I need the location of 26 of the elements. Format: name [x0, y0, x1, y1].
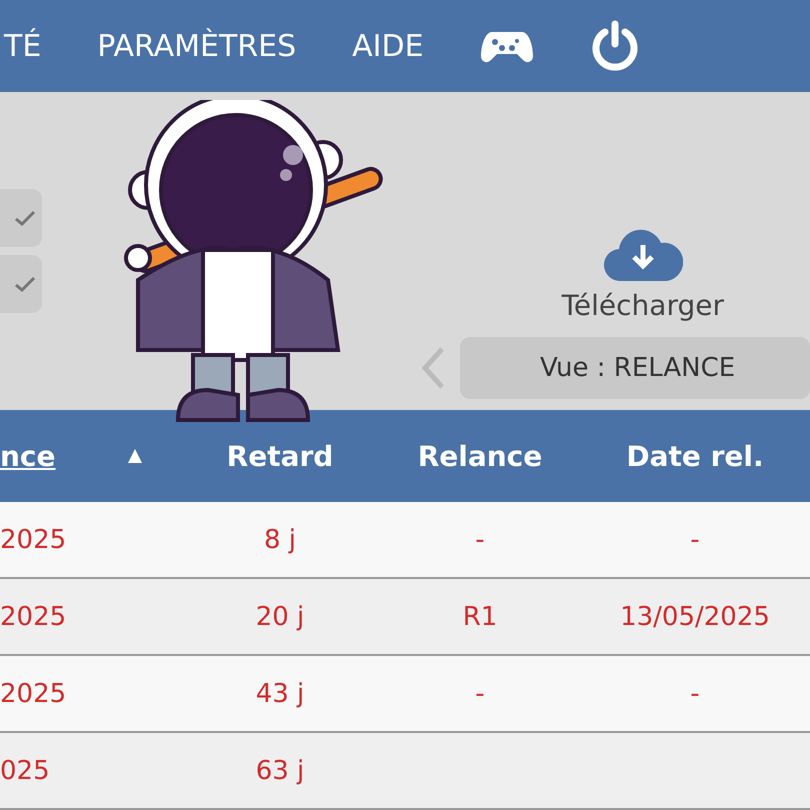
table-cell-text: 2025 [0, 678, 68, 708]
nav-link[interactable]: TÉ [4, 28, 42, 64]
table-cell-text: - [474, 524, 486, 554]
power-icon[interactable] [590, 20, 640, 72]
table-cell-text: 20 j [254, 602, 306, 632]
nav-link[interactable]: AIDE [352, 28, 424, 64]
check-icon [14, 276, 36, 292]
check-icon [14, 210, 36, 226]
column-header[interactable]: nce [0, 440, 90, 472]
table-cell-text: 025 [0, 756, 51, 786]
table-cell-text: 13/05/2025 [619, 602, 771, 632]
table-cell-text: 8 j [262, 524, 298, 554]
table-cell-text: R1 [462, 602, 498, 632]
column-header: Relance [416, 440, 544, 472]
table-cell-text: - [689, 524, 701, 554]
column-header: Date rel. [625, 440, 765, 472]
table-cell-text: 63 j [254, 756, 306, 786]
download-button[interactable]: Télécharger [556, 224, 730, 322]
table-cell-text: 2025 [0, 524, 68, 554]
table-cell-text: - [474, 678, 486, 708]
table-cell-text: - [689, 678, 701, 708]
nav-link[interactable]: PARAMÈTRES [97, 28, 296, 64]
column-header: Retard [226, 440, 334, 472]
table-cell-text: 2025 [0, 602, 68, 632]
table-cell-text: 43 j [254, 678, 306, 708]
view-selector[interactable]: Vue : RELANCE [460, 336, 810, 398]
